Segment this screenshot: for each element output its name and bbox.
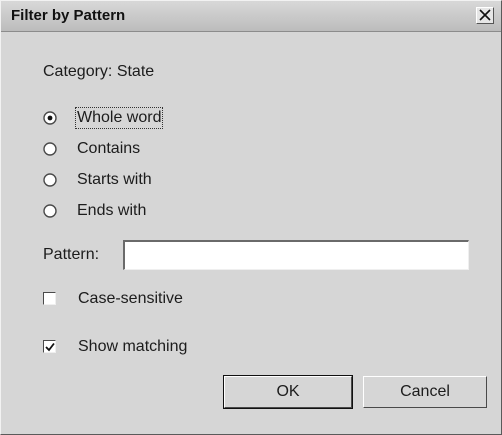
category-label: Category: State	[43, 63, 155, 80]
radio-label-contains[interactable]: Contains	[77, 140, 140, 158]
radio-unselected-icon	[43, 173, 57, 187]
radio-label-starts-with[interactable]: Starts with	[77, 171, 152, 189]
radio-ends-with[interactable]	[43, 204, 57, 218]
close-button[interactable]	[476, 7, 494, 24]
case-sensitive-checkbox[interactable]	[43, 292, 56, 305]
show-matching-label[interactable]: Show matching	[78, 338, 187, 356]
radio-unselected-icon	[43, 142, 57, 156]
pattern-label: Pattern:	[43, 246, 100, 263]
title-bar[interactable]: Filter by Pattern	[1, 1, 501, 32]
pattern-input[interactable]	[123, 240, 469, 270]
case-sensitive-label[interactable]: Case-sensitive	[78, 290, 183, 308]
show-matching-checkbox[interactable]	[43, 340, 56, 353]
radio-whole-word[interactable]	[43, 111, 57, 125]
radio-selected-icon	[43, 111, 57, 125]
dialog-title: Filter by Pattern	[11, 7, 126, 24]
filter-dialog: Filter by Pattern Category: State Whole …	[0, 0, 502, 435]
radio-unselected-icon	[43, 204, 57, 218]
checkmark-icon	[45, 342, 55, 352]
radio-starts-with[interactable]	[43, 173, 57, 187]
ok-button[interactable]: OK	[223, 375, 353, 409]
close-icon	[479, 9, 491, 21]
radio-contains[interactable]	[43, 142, 57, 156]
cancel-button[interactable]: Cancel	[363, 376, 487, 408]
radio-label-whole-word[interactable]: Whole word	[74, 107, 164, 129]
radio-label-ends-with[interactable]: Ends with	[77, 202, 146, 220]
